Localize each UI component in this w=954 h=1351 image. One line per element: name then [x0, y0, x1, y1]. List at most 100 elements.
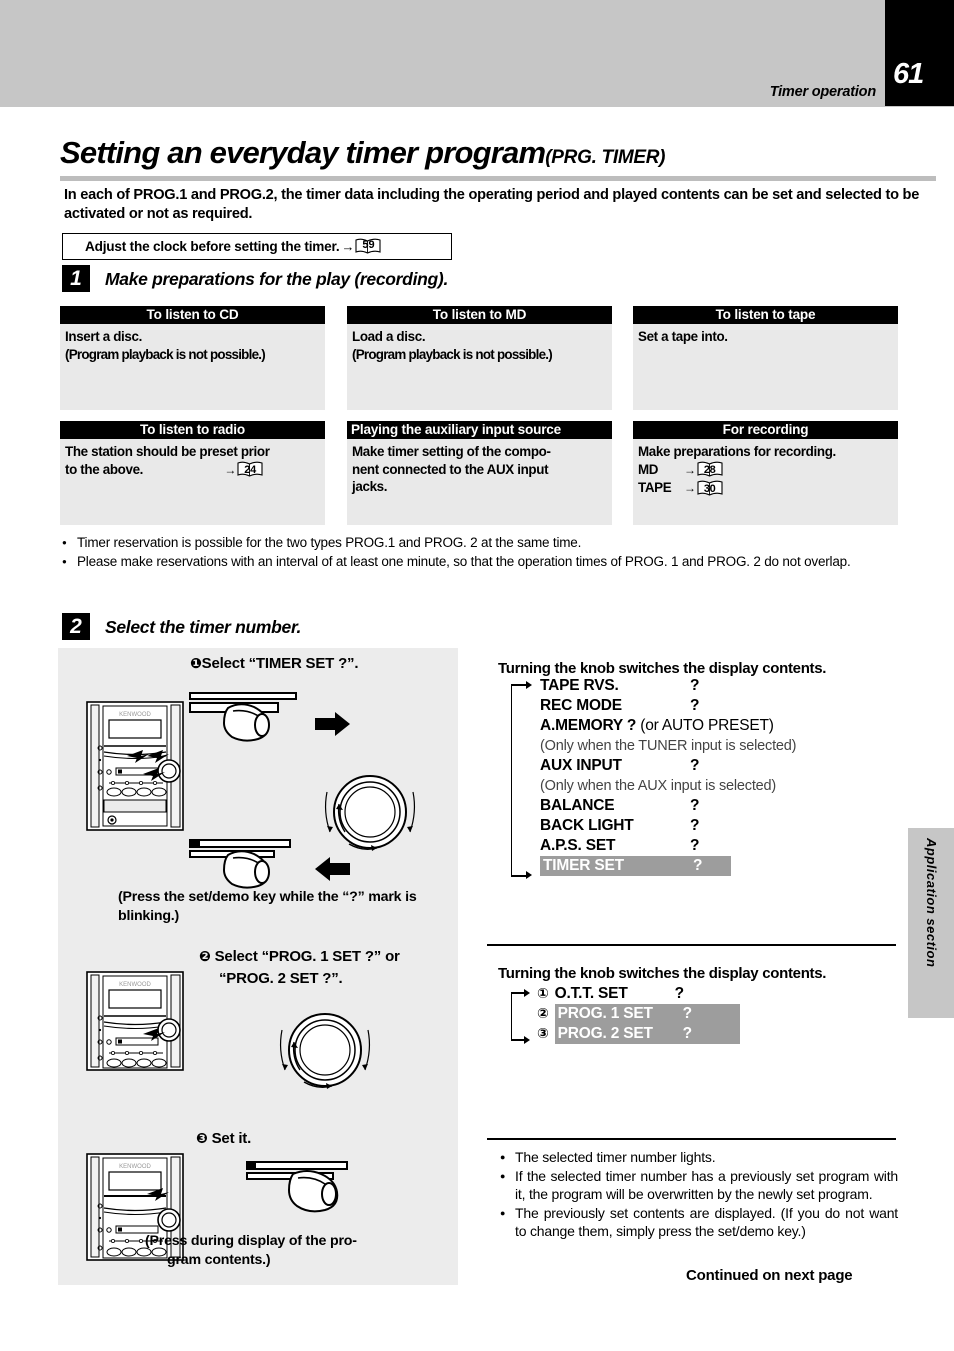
- display-row-name: TAPE RVS.: [540, 677, 619, 694]
- substep-3-marker: ❸: [196, 1131, 208, 1147]
- display-row: ① O.T.T. SET?: [537, 984, 740, 1004]
- display-row-mark: ?: [690, 817, 700, 834]
- title-divider: [60, 176, 936, 181]
- display-row: A.P.S. SET?: [540, 836, 796, 856]
- page-reference-number: 28: [703, 464, 716, 477]
- display-row: REC MODE?: [540, 696, 796, 716]
- display-row-number: ③: [537, 1026, 549, 1042]
- mode-box-header: To listen to MD: [347, 306, 612, 324]
- display-row: TAPE RVS.?: [540, 676, 796, 696]
- mode-box-tape: To listen to tape Set a tape into.: [633, 306, 898, 410]
- display-row-mark: ?: [690, 837, 700, 854]
- display-row-mark: ?: [690, 757, 700, 774]
- display-row-name: A.P.S. SET: [540, 837, 616, 854]
- side-tab: Application section: [908, 828, 954, 1018]
- display-list-2-loop-line: [511, 992, 512, 1040]
- knob-illustration-1: [315, 762, 425, 862]
- arrow-right-icon: →: [341, 239, 355, 254]
- page-reference-number: 59: [362, 239, 375, 251]
- display-list-1-loop-bottom: [511, 875, 527, 877]
- display-list-2: ① O.T.T. SET? ② PROG. 1 SET? ③ PROG. 2 SET?: [537, 984, 740, 1044]
- display-row-mark: ?: [682, 1025, 692, 1042]
- substep-3-note-line1: (Press during display of the pro-: [145, 1233, 357, 1249]
- section-name: Timer operation: [769, 84, 877, 100]
- section-divider-1: [487, 944, 896, 946]
- step-2-number: 2: [62, 613, 90, 640]
- section-divider-2: [487, 1138, 896, 1140]
- recording-ref-label: MD: [638, 461, 659, 477]
- substep-2-label-line2: “PROG. 2 SET ?”.: [219, 970, 343, 987]
- flow-arrow-left-icon: [313, 855, 353, 883]
- display-list-1-loop-top: [511, 684, 527, 686]
- note-item: Timer reservation is possible for the tw…: [62, 533, 942, 552]
- display-row-name: A.MEMORY ?: [540, 717, 637, 734]
- set-demo-key-press-illustration-3: [245, 1160, 375, 1230]
- flow-arrow-right-icon: [313, 710, 353, 738]
- display-row-mark: (or AUTO PRESET): [640, 717, 774, 734]
- mode-box-line: Make preparations for recording.: [638, 444, 836, 459]
- mode-box-radio: To listen to radio The station should be…: [60, 421, 325, 525]
- display-row-name: AUX INPUT: [540, 757, 622, 774]
- display-list-2-arrow-top-icon: [524, 989, 530, 997]
- mode-box-body: Load a disc. (Program playback is not po…: [347, 324, 612, 410]
- display-list-2-title: Turning the knob switches the display co…: [498, 965, 827, 982]
- substep-3-note: (Press during display of the pro- gram c…: [145, 1232, 455, 1270]
- display-list-1-title: Turning the knob switches the display co…: [498, 660, 827, 677]
- display-row-name: O.T.T. SET: [554, 985, 628, 1002]
- mode-box-header: For recording: [633, 421, 898, 439]
- display-row-number: ①: [537, 986, 549, 1002]
- note-item: The selected timer number lights.: [500, 1148, 898, 1167]
- substep-1-note: (Press the set/demo key while the “?” ma…: [118, 889, 417, 924]
- mode-box-line: to the above.: [65, 461, 144, 477]
- page-reference-icon: 30: [697, 480, 723, 497]
- display-row-number: ②: [537, 1006, 549, 1022]
- stereo-system-illustration-1: KENWOOD: [85, 700, 195, 835]
- mode-box-line: The station should be preset prior: [65, 444, 270, 459]
- display-row-selected: ② PROG. 1 SET?: [537, 1004, 740, 1024]
- display-row-mark: ?: [682, 1005, 692, 1022]
- mode-box-line: Make timer setting of the compo-: [352, 444, 551, 459]
- substep-1-marker: ❶: [190, 656, 202, 672]
- display-row-mark: ?: [690, 677, 700, 694]
- page-number: 61: [893, 58, 924, 90]
- notes-list-bottom: The selected timer number lights. If the…: [500, 1148, 898, 1241]
- display-row-mark: ?: [674, 985, 684, 1002]
- note-item: The previously set contents are displaye…: [500, 1204, 898, 1241]
- page-reference-icon: 24: [237, 461, 263, 478]
- substep-3-text: Set it.: [211, 1130, 252, 1147]
- display-row: BALANCE?: [540, 796, 796, 816]
- mode-box-recording: For recording Make preparations for reco…: [633, 421, 898, 525]
- mode-box-aux: Playing the auxiliary input source Make …: [347, 421, 612, 525]
- set-demo-key-press-illustration-top: [188, 691, 308, 761]
- note-item: If the selected timer number has a previ…: [500, 1167, 898, 1204]
- page-reference-number: 30: [703, 482, 716, 495]
- page-reference-number: 24: [244, 464, 256, 477]
- display-row: AUX INPUT?: [540, 756, 796, 776]
- mode-box-cd: To listen to CD Insert a disc. (Program …: [60, 306, 325, 410]
- display-row-name: TIMER SET: [543, 857, 624, 874]
- page-title-main: Setting an everyday timer program: [60, 135, 546, 170]
- display-row-mark: ?: [693, 857, 703, 874]
- display-row-condition: (Only when the AUX input is selected): [540, 778, 776, 794]
- mode-box-line: (Program playback is not possible.): [65, 346, 266, 362]
- continued-label: Continued on next page: [686, 1267, 853, 1284]
- notes-list-top: Timer reservation is possible for the tw…: [62, 533, 942, 571]
- mode-box-md: To listen to MD Load a disc. (Program pl…: [347, 306, 612, 410]
- display-list-2-loop-bottom: [511, 1039, 525, 1041]
- display-list-2-loop-top: [511, 992, 525, 994]
- recording-ref-label: TAPE: [638, 480, 672, 495]
- step-1-title: Make preparations for the play (recordin…: [105, 269, 449, 289]
- display-list-1-loop-line: [511, 684, 512, 876]
- display-row-name: REC MODE: [540, 697, 622, 714]
- clock-note-box: Adjust the clock before setting the time…: [62, 233, 452, 260]
- substep-1-text: Select “TIMER SET ?”.: [201, 655, 359, 672]
- substep-3-note-line2: gram contents.): [167, 1252, 271, 1268]
- note-item: Please make reservations with an interva…: [62, 552, 942, 571]
- knob-illustration-2: [270, 1000, 380, 1100]
- display-row-name: BACK LIGHT: [540, 817, 634, 834]
- mode-box-header: To listen to CD: [60, 306, 325, 324]
- substep-2-text-line1: Select “PROG. 1 SET ?” or: [214, 948, 400, 965]
- substep-2-marker: ❷: [199, 949, 211, 965]
- display-row-selected: ③ PROG. 2 SET?: [537, 1024, 740, 1044]
- display-row-mark: ?: [690, 797, 700, 814]
